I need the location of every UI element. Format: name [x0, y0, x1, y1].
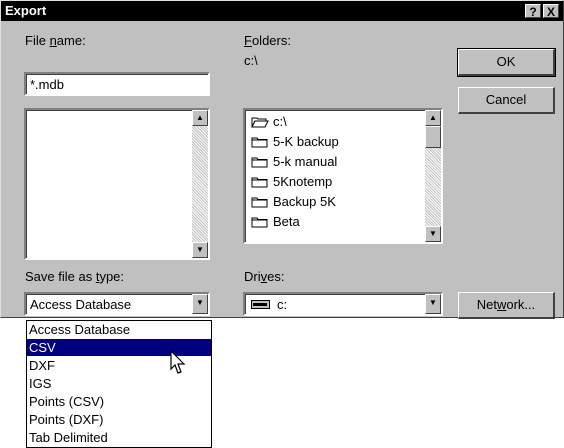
- save-type-value: Access Database: [30, 297, 132, 312]
- drives-select[interactable]: c: ▼: [243, 292, 443, 316]
- folder-icon: [251, 217, 268, 228]
- drives-label: Drives:: [244, 269, 285, 284]
- dropdown-option[interactable]: IGS: [27, 375, 211, 392]
- drives-value: c:: [277, 297, 288, 312]
- folder-item-label: 5-k manual: [273, 154, 338, 169]
- file-list-scrollbar[interactable]: ▲ ▼: [192, 110, 208, 258]
- dropdown-option[interactable]: Access Database: [27, 321, 211, 338]
- dropdown-option[interactable]: Tab Delimited: [27, 429, 211, 446]
- folder-item-label: 5Knotemp: [273, 174, 333, 189]
- folders-label: Folders:: [244, 33, 291, 48]
- current-path: c:\: [244, 53, 258, 68]
- dropdown-option[interactable]: Points (DXF): [27, 411, 211, 428]
- folder-item[interactable]: c:\: [251, 112, 287, 131]
- folder-item[interactable]: Backup 5K: [251, 192, 336, 211]
- folder-item-label: Backup 5K: [273, 194, 336, 209]
- save-type-dropdown[interactable]: Access Database CSV DXF IGS Points (CSV) Poin…: [26, 320, 212, 448]
- open-folder-icon: [251, 117, 269, 128]
- save-type-select[interactable]: Access Database ▼: [24, 292, 210, 316]
- folder-item-label: c:\: [273, 114, 287, 129]
- folder-icon: [251, 197, 268, 208]
- file-name-label: File name:: [25, 33, 86, 48]
- close-button[interactable]: X: [543, 4, 559, 19]
- mouse-pointer-icon: [170, 350, 186, 374]
- chevron-down-icon[interactable]: ▼: [425, 294, 441, 314]
- folder-list-scrollbar[interactable]: ▲ ▼: [425, 110, 441, 242]
- folder-item[interactable]: Beta: [251, 212, 300, 231]
- folder-item[interactable]: 5Knotemp: [251, 172, 332, 191]
- window-title: Export: [5, 3, 47, 18]
- network-button[interactable]: Network...: [458, 292, 555, 319]
- save-type-label: Save file as type:: [25, 269, 125, 284]
- title-bar[interactable]: Export ? X: [1, 1, 563, 21]
- folder-item[interactable]: 5-K backup: [251, 132, 339, 151]
- folder-item-label: Beta: [273, 214, 300, 229]
- folder-icon: [251, 157, 268, 168]
- dropdown-option[interactable]: Points (CSV): [27, 393, 211, 410]
- ok-button[interactable]: OK: [457, 48, 556, 77]
- file-list[interactable]: ▲ ▼: [24, 108, 210, 260]
- scroll-up-icon[interactable]: ▲: [192, 110, 208, 126]
- cancel-button[interactable]: Cancel: [458, 87, 555, 114]
- folder-item-label: 5-K backup: [273, 134, 339, 149]
- drive-icon: [251, 300, 270, 309]
- file-name-input[interactable]: *.mdb: [24, 72, 210, 96]
- scroll-thumb[interactable]: [425, 126, 441, 148]
- scroll-down-icon[interactable]: ▼: [425, 226, 441, 242]
- chevron-down-icon[interactable]: ▼: [192, 294, 208, 314]
- folder-icon: [251, 137, 268, 148]
- scroll-up-icon[interactable]: ▲: [425, 110, 441, 126]
- folder-list[interactable]: c:\ 5-K backup 5-k manual 5Knotemp Backup 5K…: [243, 108, 443, 244]
- folder-icon: [251, 177, 268, 188]
- export-dialog: Export ? X File name: *.mdb ▲ ▼ Folders:…: [0, 0, 564, 319]
- scroll-down-icon[interactable]: ▼: [192, 242, 208, 258]
- file-name-value: *.mdb: [30, 77, 64, 92]
- help-button[interactable]: ?: [525, 4, 541, 19]
- folder-item[interactable]: 5-k manual: [251, 152, 337, 171]
